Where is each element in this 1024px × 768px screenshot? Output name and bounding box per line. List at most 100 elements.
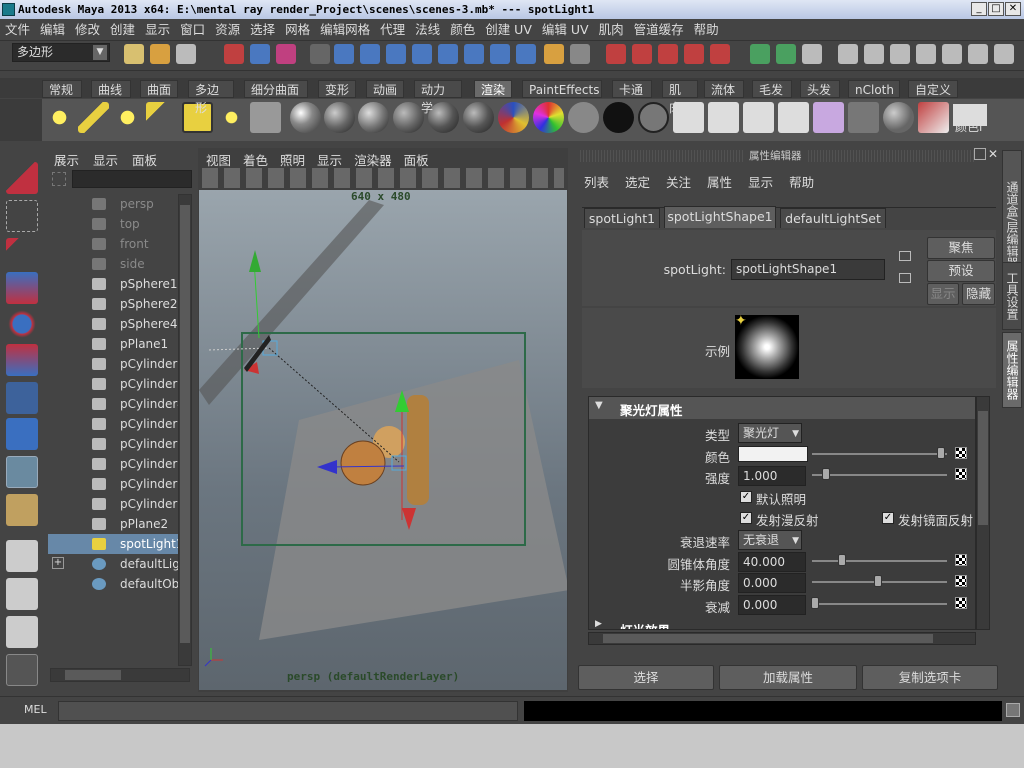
penumbra-slider-knob[interactable]	[874, 575, 882, 587]
paint-select-icon[interactable]	[6, 238, 38, 270]
outliner-scroll-thumb[interactable]	[180, 205, 190, 643]
construction-icon[interactable]	[490, 44, 510, 64]
tab-tool-settings[interactable]: 工具设置	[1002, 262, 1022, 330]
outliner-item[interactable]: pCylinder3	[48, 374, 178, 394]
point-light-icon[interactable]	[112, 102, 143, 133]
mental-ray-icon[interactable]	[883, 102, 914, 133]
hide-button[interactable]: 隐藏	[962, 283, 995, 305]
outliner-item[interactable]: pCylinder4	[48, 394, 178, 414]
intensity-slider-knob[interactable]	[822, 468, 830, 480]
load-attributes-button[interactable]: 加载属性	[719, 665, 857, 690]
outliner-menu-show[interactable]: 展示	[54, 150, 79, 169]
color-slider-knob[interactable]	[937, 447, 945, 459]
hypershade-shelf-icon[interactable]	[813, 102, 844, 133]
ae-horizontal-scrollbar[interactable]	[588, 632, 976, 645]
move-tool-icon[interactable]	[6, 272, 38, 304]
viewport-canvas[interactable]: 640 x 480 persp (defaultRenderLayer)	[199, 190, 567, 690]
minimize-button[interactable]: _	[971, 2, 987, 16]
ae-menu-5[interactable]: 帮助	[789, 172, 814, 191]
dropoff-map-button[interactable]	[955, 597, 967, 609]
outliner-item[interactable]: spotLight1	[48, 534, 178, 554]
filter-icon[interactable]	[52, 172, 66, 186]
penumbra-map-button[interactable]	[955, 575, 967, 587]
checker-icon[interactable]	[533, 102, 564, 133]
surface-shader-icon[interactable]	[568, 102, 599, 133]
lambert-icon[interactable]	[324, 102, 355, 133]
shelf-tab-5[interactable]: 变形	[318, 80, 356, 98]
new-scene-icon[interactable]	[124, 44, 144, 64]
relative-icon[interactable]	[776, 44, 796, 64]
log-mesh[interactable]	[340, 440, 386, 486]
color-swatch[interactable]	[738, 446, 808, 462]
panel-layout-icon[interactable]	[994, 44, 1014, 64]
cone-angle-slider-track[interactable]	[812, 560, 947, 562]
emit-diffuse-checkbox[interactable]: ✓	[740, 512, 752, 524]
node-name-field[interactable]: spotLightShape1	[731, 259, 885, 280]
menu-5[interactable]: 窗口	[175, 19, 210, 41]
select-component-icon[interactable]	[276, 44, 296, 64]
emit-specular-checkbox[interactable]: ✓	[882, 512, 894, 524]
outliner-item[interactable]: pPlane2	[48, 514, 178, 534]
shelf-tab-9[interactable]: PaintEffects	[522, 80, 602, 98]
outliner-item[interactable]: pCylinder5	[48, 414, 178, 434]
shelf-tab-10[interactable]: 卡通	[612, 80, 652, 98]
outliner-hscroll-thumb[interactable]	[65, 670, 121, 680]
volume-light-icon[interactable]	[216, 102, 247, 133]
outliner-item[interactable]: pCylinder8	[48, 474, 178, 494]
render-settings-icon[interactable]	[658, 44, 678, 64]
menu-3[interactable]: 创建	[105, 19, 140, 41]
ramp-shader-icon[interactable]	[498, 102, 529, 133]
shelf-tab-14[interactable]: 头发	[800, 80, 840, 98]
show-manip-icon[interactable]	[6, 456, 38, 488]
filter-icon[interactable]	[310, 44, 330, 64]
lock-icon[interactable]	[544, 44, 564, 64]
intensity-map-button[interactable]	[955, 468, 967, 480]
intensity-field[interactable]: 1.000	[738, 466, 806, 486]
shelf-tab-11[interactable]: 肌肉	[662, 80, 698, 115]
outliner-item[interactable]: pCylinder7	[48, 454, 178, 474]
menu-15[interactable]: 肌肉	[594, 19, 629, 41]
menu-12[interactable]: 颜色	[445, 19, 480, 41]
phong-icon[interactable]	[358, 102, 389, 133]
outliner-item[interactable]: pCylinder2	[48, 354, 178, 374]
input-line-icon[interactable]	[750, 44, 770, 64]
snap-view-icon[interactable]	[412, 44, 432, 64]
layout-icon[interactable]	[968, 44, 988, 64]
copy-tab-button[interactable]: 复制选项卡	[862, 665, 998, 690]
snap-curve-icon[interactable]	[360, 44, 380, 64]
menu-11[interactable]: 法线	[410, 19, 445, 41]
shelf-tab-4[interactable]: 细分曲面	[244, 80, 308, 98]
menu-1[interactable]: 编辑	[35, 19, 70, 41]
render-checklist-icon[interactable]	[778, 102, 809, 133]
outliner-item[interactable]: + defaultLightSet	[48, 554, 178, 574]
modeling-toolkit-icon[interactable]	[942, 44, 962, 64]
ae-tab-2[interactable]: defaultLightSet	[780, 208, 886, 228]
menu-2[interactable]: 修改	[70, 19, 105, 41]
outliner-item[interactable]: pSphere1	[48, 274, 178, 294]
input-icon[interactable]	[516, 44, 536, 64]
history-icon[interactable]	[464, 44, 484, 64]
tab-attribute-editor[interactable]: 属性编辑器	[1002, 332, 1022, 408]
cone-angle-map-button[interactable]	[955, 554, 967, 566]
script-editor-icon[interactable]	[1006, 703, 1020, 717]
batch-render-icon[interactable]	[743, 102, 774, 133]
outliner-item[interactable]: side	[48, 254, 178, 274]
shelf-tab-15[interactable]: nCloth	[848, 80, 900, 98]
close-window-button[interactable]: ✕	[1005, 2, 1021, 16]
four-view-layout-icon[interactable]	[6, 578, 38, 610]
show-button[interactable]: 显示	[927, 283, 959, 305]
paint-brush-icon[interactable]	[918, 102, 949, 133]
rotate-tool-icon[interactable]	[6, 308, 38, 340]
menu-13[interactable]: 创建 UV	[480, 19, 537, 41]
outliner-layout-icon[interactable]	[6, 616, 38, 648]
outliner-item[interactable]: pCylinder9	[48, 494, 178, 514]
menu-7[interactable]: 选择	[245, 19, 280, 41]
render-frame-icon[interactable]	[606, 44, 626, 64]
cone-angle-field[interactable]: 40.000	[738, 552, 806, 572]
select-tool-icon[interactable]	[6, 162, 38, 194]
focus-button[interactable]: 聚焦	[927, 237, 995, 259]
dropoff-slider-track[interactable]	[812, 603, 947, 605]
ae-vertical-scrollbar[interactable]	[976, 396, 990, 630]
soft-mod-icon[interactable]	[6, 418, 38, 450]
lasso-tool-icon[interactable]	[6, 200, 38, 232]
